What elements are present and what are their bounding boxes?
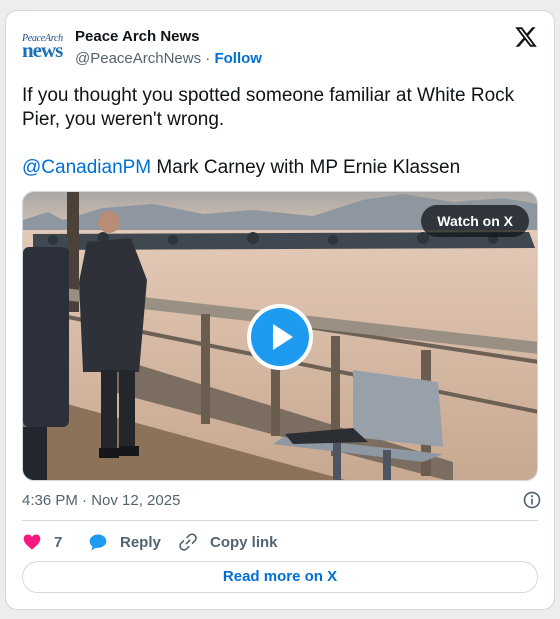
publisher-logo[interactable]: PeaceArch news — [22, 33, 72, 62]
link-icon — [179, 533, 197, 551]
follow-button[interactable]: Follow — [214, 50, 262, 67]
video-thumbnail[interactable]: Watch on X — [22, 191, 538, 481]
tweet-line-2-text: Mark Carney with MP Ernie Klassen — [151, 157, 461, 178]
copy-link-button[interactable]: Copy link — [178, 531, 278, 553]
tweet-text: If you thought you spotted someone famil… — [22, 84, 537, 180]
like-count: 7 — [54, 533, 63, 551]
author-handle-line: @PeaceArchNews · Follow — [75, 50, 262, 67]
copy-link-label: Copy link — [210, 533, 278, 551]
tweet-line-1: If you thought you spotted someone famil… — [22, 85, 515, 130]
tweet-line-2: @CanadianPM Mark Carney with MP Ernie Kl… — [22, 156, 537, 180]
mention-link[interactable]: @CanadianPM — [22, 157, 151, 178]
reply-label: Reply — [120, 533, 161, 551]
author-name[interactable]: Peace Arch News — [75, 28, 200, 45]
author-handle[interactable]: @PeaceArchNews — [75, 50, 201, 67]
separator-dot: · — [205, 50, 211, 67]
read-more-button[interactable]: Read more on X — [22, 561, 538, 593]
play-button[interactable] — [247, 304, 313, 370]
watch-on-x-button[interactable]: Watch on X — [421, 205, 529, 237]
tweet-card: PeaceArch news Peace Arch News @PeaceArc… — [5, 10, 555, 610]
info-icon[interactable] — [522, 490, 542, 510]
divider — [22, 520, 538, 521]
reply-button[interactable]: Reply — [88, 531, 161, 553]
logo-line-2: news — [22, 38, 63, 62]
post-timestamp[interactable]: 4:36 PM · Nov 12, 2025 — [22, 492, 180, 509]
x-logo-icon[interactable] — [514, 25, 538, 49]
like-button[interactable]: 7 — [22, 531, 62, 553]
play-icon — [273, 324, 293, 350]
heart-icon — [23, 534, 41, 550]
reply-bubble-icon — [89, 534, 107, 551]
